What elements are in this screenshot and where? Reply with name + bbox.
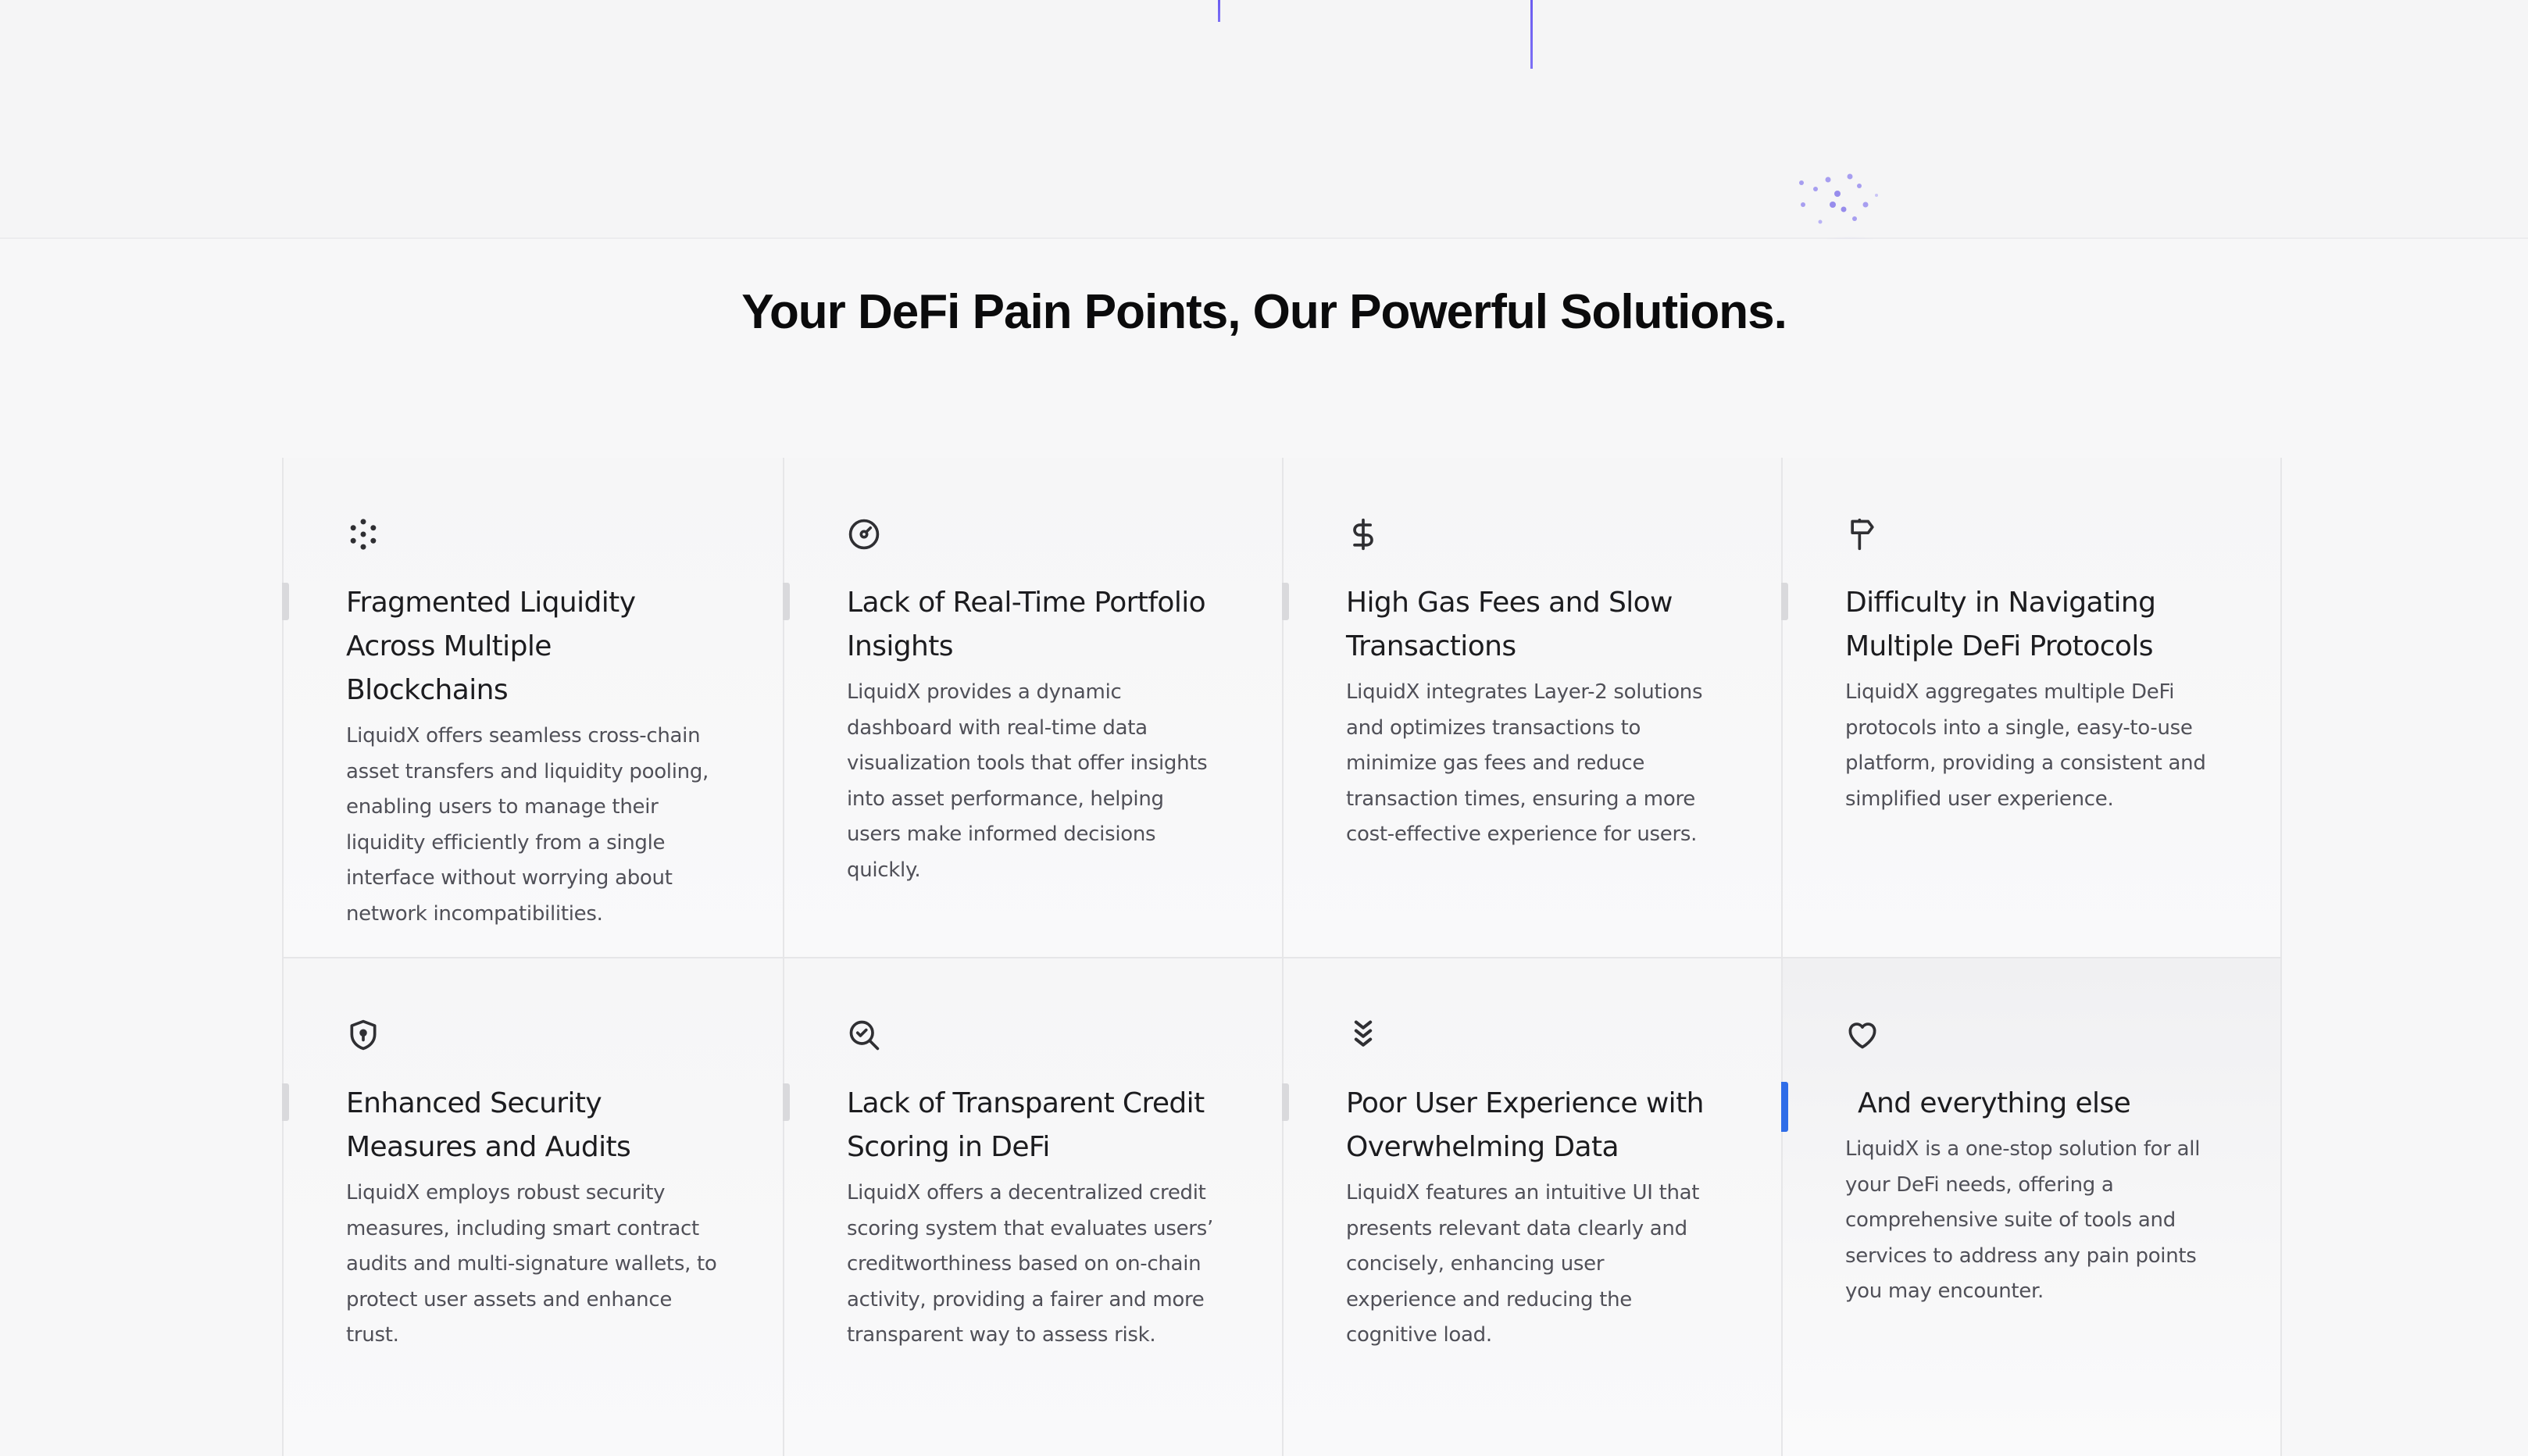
pain-points-grid: Fragmented Liquidity Across Multiple Blo… [282, 458, 2282, 1456]
pain-point-card: Enhanced Security Measures and Audits Li… [282, 958, 783, 1456]
card-description: LiquidX employs robust security measures… [346, 1181, 717, 1347]
pain-point-card: And everything else LiquidX is a one-sto… [1781, 958, 2280, 1456]
card-accent-bar [783, 1083, 790, 1121]
decorative-line [1530, 0, 1533, 69]
particle-dots-decoration [1799, 173, 1889, 239]
card-description: LiquidX offers a decentralized credit sc… [847, 1181, 1213, 1347]
dots-cluster-icon [346, 517, 380, 551]
search-check-icon [847, 1018, 881, 1052]
hero-bottom-band [0, 0, 2528, 239]
decorative-line [1218, 0, 1220, 22]
card-title: And everything else [1858, 1087, 2131, 1119]
card-accent-bar [1781, 583, 1788, 620]
card-accent-bar [282, 583, 289, 620]
card-title: Lack of Transparent Credit Scoring in De… [847, 1087, 1205, 1163]
card-accent-bar [783, 583, 790, 620]
card-title: Enhanced Security Measures and Audits [346, 1087, 631, 1163]
card-description: LiquidX offers seamless cross-chain asse… [346, 724, 709, 926]
section-heading: Your DeFi Pain Points, Our Powerful Solu… [741, 285, 1787, 339]
pain-point-card: Lack of Real-Time Portfolio Insights Liq… [783, 458, 1282, 958]
card-description: LiquidX provides a dynamic dashboard wit… [847, 680, 1208, 882]
card-accent-bar [282, 1083, 289, 1121]
card-accent-bar [1282, 583, 1289, 620]
heart-icon [1845, 1018, 1880, 1052]
dollar-icon [1346, 517, 1380, 551]
card-title: Difficulty in Navigating Multiple DeFi P… [1845, 587, 2156, 662]
card-title: High Gas Fees and Slow Transactions [1346, 587, 1673, 662]
card-accent-bar-active [1781, 1082, 1788, 1132]
gauge-icon [847, 517, 881, 551]
pain-point-card: Fragmented Liquidity Across Multiple Blo… [282, 458, 783, 958]
signpost-icon [1845, 517, 1880, 551]
pain-point-card: High Gas Fees and Slow Transactions Liqu… [1282, 458, 1781, 958]
pain-point-card: Poor User Experience with Overwhelming D… [1282, 958, 1781, 1456]
shield-lock-icon [346, 1018, 380, 1052]
card-accent-bar [1282, 1083, 1289, 1121]
card-title: Poor User Experience with Overwhelming D… [1346, 1087, 1704, 1163]
card-description: LiquidX aggregates multiple DeFi protoco… [1845, 680, 2206, 811]
card-description: LiquidX is a one-stop solution for all y… [1845, 1137, 2201, 1303]
card-description: LiquidX integrates Layer-2 solutions and… [1346, 680, 1703, 846]
chevrons-down-icon [1346, 1018, 1380, 1052]
pain-point-card: Lack of Transparent Credit Scoring in De… [783, 958, 1282, 1456]
card-title: Lack of Real-Time Portfolio Insights [847, 587, 1206, 662]
card-description: LiquidX features an intuitive UI that pr… [1346, 1181, 1700, 1347]
card-title: Fragmented Liquidity Across Multiple Blo… [346, 587, 636, 706]
pain-point-card: Difficulty in Navigating Multiple DeFi P… [1781, 458, 2280, 958]
